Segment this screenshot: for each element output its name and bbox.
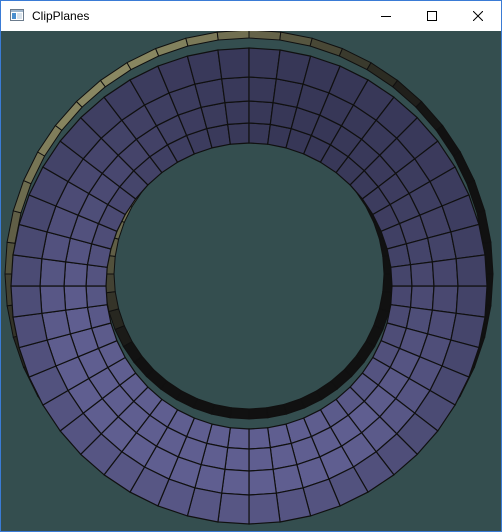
torus-back-segment (229, 407, 250, 420)
torus-face-quad (455, 285, 488, 318)
title-bar[interactable]: ClipPlanes (1, 1, 501, 31)
torus-face-quad (431, 258, 459, 287)
torus-back-segment (248, 407, 269, 420)
torus-face-quad (227, 427, 250, 450)
render-viewport[interactable] (1, 31, 501, 531)
torus-face-quad (39, 258, 67, 287)
torus-face-quad (224, 100, 250, 126)
torus-face-quad (248, 446, 274, 472)
torus-face-quad (217, 47, 250, 80)
torus-face-quad (85, 264, 108, 287)
window-title: ClipPlanes (32, 9, 90, 23)
torus-face-quad (39, 285, 67, 314)
torus-face-quad (63, 285, 89, 311)
close-button[interactable] (455, 1, 501, 31)
torus-face-quad (10, 254, 43, 287)
torus-face-quad (10, 285, 43, 318)
torus-face-quad (248, 47, 281, 80)
torus-face-quad (217, 492, 250, 525)
torus-render (1, 31, 501, 531)
torus-back-segment (216, 31, 250, 41)
torus-face-quad (85, 285, 108, 308)
torus-face-quad (390, 264, 413, 287)
torus-face-quad (409, 285, 435, 311)
torus-face-quad (248, 122, 271, 145)
minimize-button[interactable] (363, 1, 409, 31)
torus-face-quad (248, 100, 274, 126)
torus-face-quad (227, 122, 250, 145)
maximize-icon (427, 11, 437, 21)
torus-face-quad (455, 254, 488, 287)
close-icon (473, 11, 483, 21)
app-window: ClipPlanes (0, 0, 502, 532)
torus-face-quad (248, 427, 271, 450)
torus-face-quad (221, 76, 250, 104)
torus-face-quad (390, 285, 413, 308)
torus-face-quad (248, 76, 277, 104)
torus-face-quad (248, 468, 277, 496)
torus-face-quad (63, 261, 89, 287)
torus-face-quad (431, 285, 459, 314)
torus-face-quad (224, 446, 250, 472)
torus-face-quad (221, 468, 250, 496)
window-app-icon (10, 9, 24, 21)
torus-face-quad (409, 261, 435, 287)
minimize-icon (381, 11, 391, 21)
maximize-button[interactable] (409, 1, 455, 31)
torus-back-segment (248, 31, 282, 41)
torus-face-quad (248, 492, 281, 525)
